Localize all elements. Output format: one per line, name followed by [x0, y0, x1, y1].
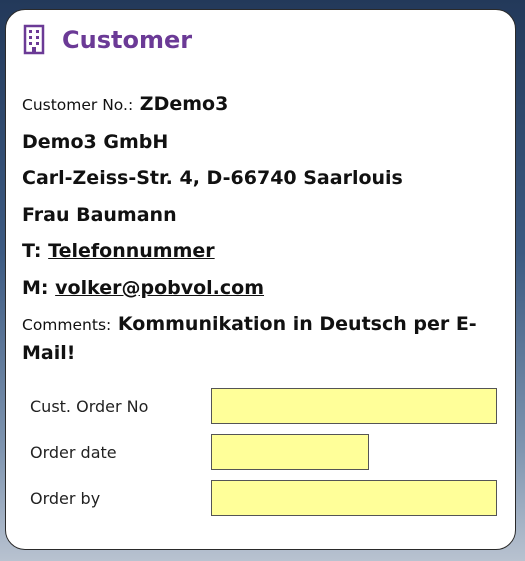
order-date-row: Order date: [30, 434, 369, 470]
cust-order-no-row: Cust. Order No: [30, 388, 497, 424]
phone-row: T: Telefonnummer: [22, 237, 492, 265]
customer-number-row: Customer No.: ZDemo3: [22, 90, 492, 119]
phone-link[interactable]: Telefonnummer: [48, 240, 214, 262]
cust-order-no-input[interactable]: [211, 388, 497, 424]
email-prefix: M:: [22, 276, 49, 299]
company-name: Demo3 GmbH: [22, 130, 169, 153]
building-icon: [23, 24, 47, 56]
comments-label: Comments:: [22, 316, 112, 334]
order-date-input[interactable]: [211, 434, 369, 470]
contact-person: Frau Baumann: [22, 203, 177, 226]
customer-info: Customer No.: ZDemo3 Demo3 GmbH Carl-Zei…: [22, 90, 492, 376]
order-date-label: Order date: [30, 442, 117, 462]
customer-card: Customer Customer No.: ZDemo3 Demo3 GmbH…: [5, 9, 516, 550]
customer-number-label: Customer No.:: [22, 96, 134, 114]
order-by-label: Order by: [30, 488, 101, 508]
email-row: M: volker@pobvol.com: [22, 274, 492, 302]
address: Carl-Zeiss-Str. 4, D-66740 Saarlouis: [22, 167, 403, 189]
email-link[interactable]: volker@pobvol.com: [55, 277, 264, 299]
customer-number: ZDemo3: [139, 93, 229, 115]
card-header: Customer: [23, 24, 192, 56]
order-by-input[interactable]: [211, 480, 497, 516]
phone-prefix: T:: [22, 240, 42, 262]
card-title: Customer: [62, 26, 193, 54]
order-by-row: Order by: [30, 480, 497, 516]
cust-order-no-label: Cust. Order No: [30, 396, 149, 416]
comments-row: Comments: Kommunikation in Deutsch per E…: [22, 310, 492, 367]
